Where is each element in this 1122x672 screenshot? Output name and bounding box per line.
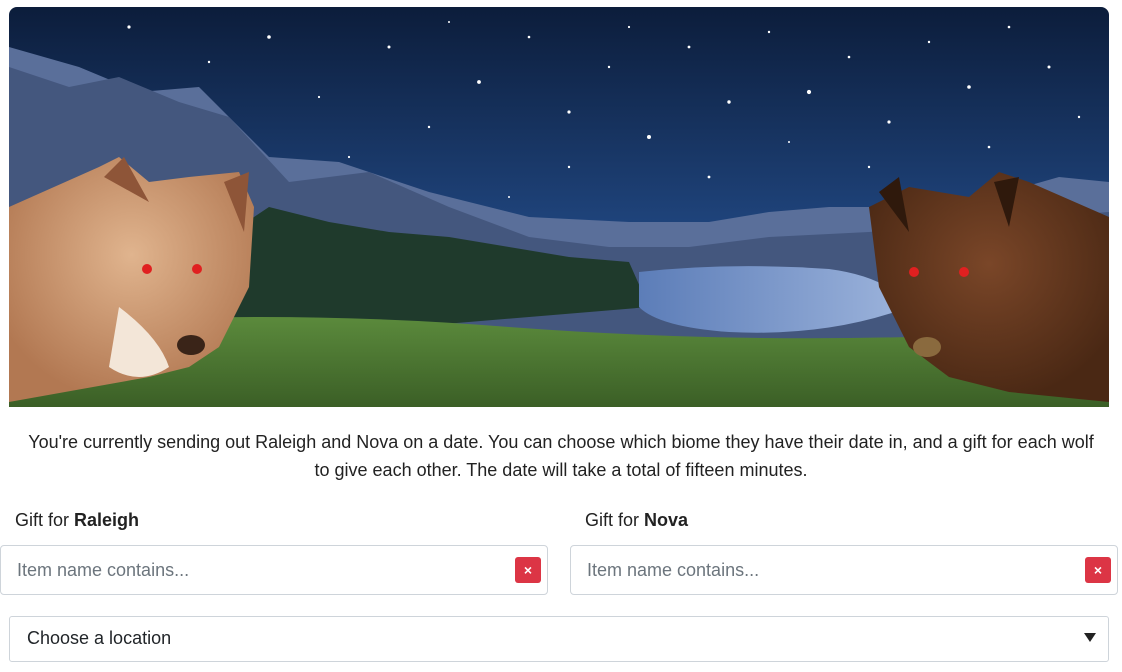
date-description-line-1: You're currently sending out Raleigh and… — [28, 432, 1094, 452]
gift-nova-wolf-name: Nova — [644, 510, 689, 530]
gift-raleigh-input[interactable] — [1, 546, 547, 594]
gift-nova-clear-button[interactable]: × — [1085, 557, 1111, 583]
gift-raleigh-wolf-name: Raleigh — [74, 510, 140, 530]
gift-raleigh-clear-button[interactable]: × — [515, 557, 541, 583]
gift-nova-field: × — [570, 545, 1118, 595]
gift-nova-label: Gift for Nova — [585, 508, 688, 532]
close-icon: × — [1093, 562, 1103, 578]
close-icon: × — [523, 562, 533, 578]
date-description: You're currently sending out Raleigh and… — [0, 428, 1122, 484]
date-banner-image — [9, 7, 1109, 407]
date-description-line-2: to give each other. The date will take a… — [314, 460, 808, 480]
gift-nova-input[interactable] — [571, 546, 1117, 594]
gift-raleigh-field: × — [0, 545, 548, 595]
location-selected-value: Choose a location — [27, 628, 172, 648]
gift-nova-label-prefix: Gift for — [585, 510, 645, 530]
gift-raleigh-label-prefix: Gift for — [15, 510, 75, 530]
night-landscape-illustration — [9, 7, 1109, 407]
location-select[interactable]: Choose a location — [9, 616, 1109, 662]
gift-raleigh-label: Gift for Raleigh — [15, 508, 139, 532]
caret-down-icon — [1084, 633, 1096, 642]
